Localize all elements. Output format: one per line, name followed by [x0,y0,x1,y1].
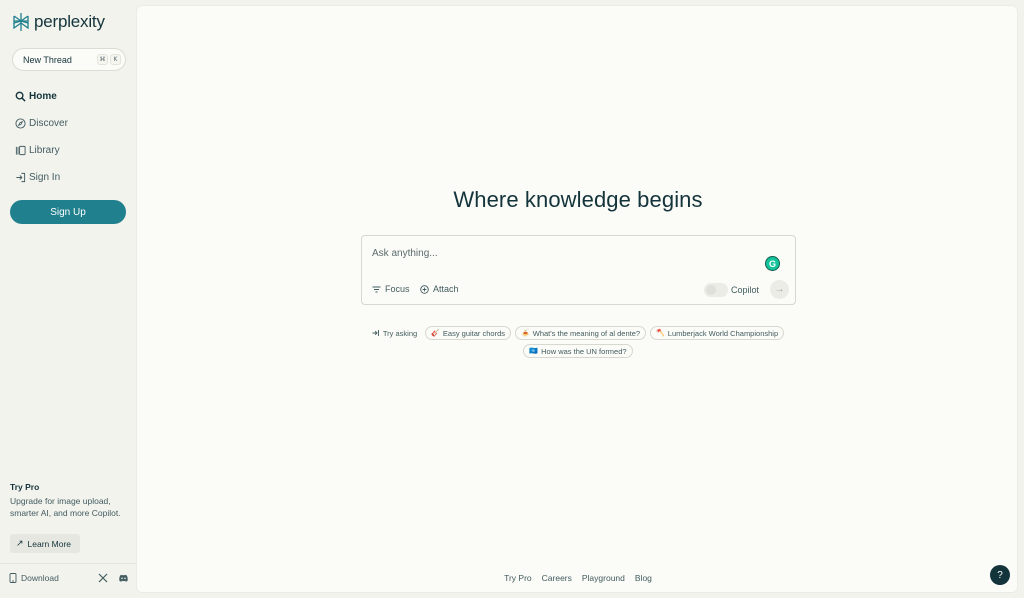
sidebar-item-label: Library [29,144,60,156]
k-key-hint: K [110,54,121,65]
footer-link-playground[interactable]: Playground [582,573,625,583]
submit-button[interactable]: → [770,280,789,299]
footer-link-try-pro[interactable]: Try Pro [504,573,532,583]
suggestion-chip[interactable]: 🎸 Easy guitar chords [425,326,512,340]
suggestions-row: 🇺🇳 How was the UN formed? [137,344,1019,358]
suggestion-label: What's the meaning of al dente? [532,328,641,338]
suggestion-label: Easy guitar chords [442,328,506,338]
plus-circle-icon [420,284,429,294]
new-thread-label: New Thread [23,54,72,65]
toggle-knob [706,285,716,295]
learn-more-label: Learn More [27,538,72,549]
discord-icon[interactable] [118,573,129,583]
help-button[interactable]: ? [990,565,1010,585]
footer-links: Try Pro Careers Playground Blog [137,573,1019,583]
arrow-up-right-icon: ↗ [16,538,24,548]
command-key-hint: ⌘ [97,54,108,65]
download-label: Download [21,573,59,583]
footer-link-careers[interactable]: Careers [542,573,572,583]
suggestion-label: How was the UN formed? [541,346,627,356]
axe-icon: 🪓 [656,329,665,337]
suggestions-row: Try asking 🎸 Easy guitar chords 🍝 What's… [137,326,1019,340]
logo[interactable]: perplexity [12,12,105,32]
attach-button[interactable]: Attach [420,284,459,294]
sidebar-item-label: Discover [29,117,68,129]
library-icon [14,144,26,156]
try-asking-label: Try asking [372,329,417,338]
suggestions: Try asking 🎸 Easy guitar chords 🍝 What's… [137,326,1019,362]
divider [0,563,136,564]
perplexity-logo-icon [13,13,29,31]
pasta-icon: 🍝 [521,329,530,337]
sign-up-button[interactable]: Sign Up [10,200,126,224]
try-asking-text: Try asking [382,328,418,338]
focus-button[interactable]: Focus [372,284,410,294]
sidebar-item-library[interactable]: Library [14,142,68,158]
sidebar-item-home[interactable]: Home [14,88,68,104]
footer-link-blog[interactable]: Blog [635,573,652,583]
attach-label: Attach [433,284,459,294]
download-button[interactable]: Download [9,573,59,583]
learn-more-button[interactable]: ↗ Learn More [10,534,80,553]
suggestion-label: Lumberjack World Championship [667,328,779,338]
logo-text: perplexity [34,12,105,31]
sidebar-item-label: Home [29,90,57,102]
sign-in-icon [14,171,26,183]
try-pro-panel: Try Pro Upgrade for image upload, smarte… [10,482,130,519]
sidebar-item-sign-in[interactable]: Sign In [14,169,68,185]
enter-arrow-icon [372,330,379,336]
compass-icon [14,117,26,129]
app-window: perplexity New Thread ⌘ K Home Discover [0,0,1024,598]
copilot-label: Copilot [731,285,760,295]
filter-icon [372,286,381,292]
suggestion-chip[interactable]: 🇺🇳 How was the UN formed? [523,344,633,358]
try-pro-title: Try Pro [10,482,40,492]
x-twitter-icon[interactable] [98,573,108,583]
try-pro-description: Upgrade for image upload, smarter AI, an… [10,496,121,518]
sidebar: perplexity New Thread ⌘ K Home Discover [0,0,136,598]
mobile-icon [9,573,17,583]
search-icon [14,90,26,102]
guitar-icon: 🎸 [431,329,440,337]
page-title: Where knowledge begins [453,187,703,212]
sidebar-item-label: Sign In [29,171,61,183]
arrow-right-icon: → [774,284,785,295]
grammarly-icon[interactable]: G [765,256,780,271]
focus-label: Focus [385,284,410,294]
search-box: G Focus Attach Copilot → [361,235,796,305]
search-input[interactable] [372,245,752,261]
question-mark-icon: ? [997,569,1003,581]
suggestion-chip[interactable]: 🪓 Lumberjack World Championship [650,326,785,340]
copilot-toggle[interactable] [704,283,728,297]
suggestion-chip[interactable]: 🍝 What's the meaning of al dente? [515,326,647,340]
sidebar-item-discover[interactable]: Discover [14,115,68,131]
sidebar-nav: Home Discover Library Sign In [14,88,68,196]
new-thread-button[interactable]: New Thread ⌘ K [12,48,126,71]
un-flag-icon: 🇺🇳 [529,347,539,355]
main-panel: Where knowledge begins G Focus Attach Co… [136,5,1018,593]
